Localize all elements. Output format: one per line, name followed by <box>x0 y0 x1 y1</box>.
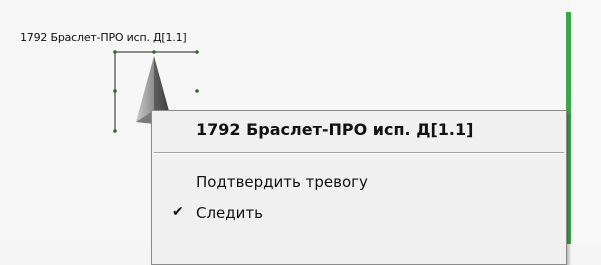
menu-header: 1792 Браслет-ПРО исп. Д[1.1] <box>196 120 474 139</box>
menu-item-label: Следить <box>196 204 263 222</box>
checkmark-icon: ✔ <box>172 204 184 220</box>
menu-item-label: Подтвердить тревогу <box>196 173 368 191</box>
menu-item-follow[interactable]: ✔ Следить <box>152 199 566 227</box>
context-menu: 1792 Браслет-ПРО исп. Д[1.1] Подтвердить… <box>151 110 567 265</box>
map-edge <box>571 0 601 244</box>
menu-item-confirm-alarm[interactable]: Подтвердить тревогу <box>152 168 566 196</box>
menu-separator <box>154 152 564 154</box>
